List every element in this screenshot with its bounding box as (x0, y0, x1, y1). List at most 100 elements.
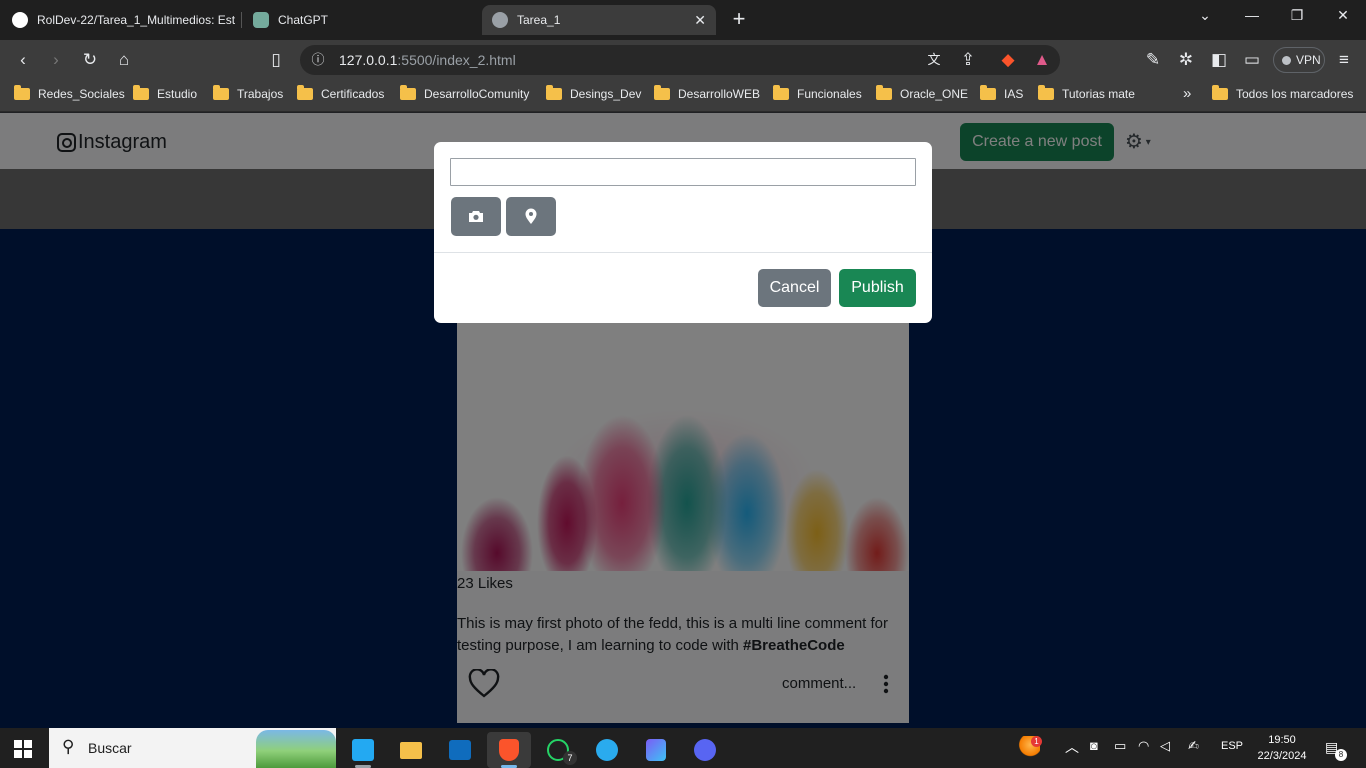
extensions-icon[interactable]: ✲ (1174, 48, 1198, 72)
bookmark-folder[interactable]: Oracle_ONE (876, 85, 969, 101)
bookmark-folder[interactable]: Funcionales (773, 85, 862, 101)
folder-icon (980, 85, 996, 100)
tab-title: Tarea_1 (517, 13, 561, 27)
chatgpt-icon (253, 12, 269, 28)
bookmark-label: DesarrolloWEB (678, 87, 761, 101)
tab-github[interactable]: RolDev-22/Tarea_1_Multimedios: Est (2, 5, 240, 35)
bookmark-folder[interactable]: IAS (980, 85, 1024, 101)
restore-icon[interactable]: ❐ (1283, 4, 1311, 26)
camera-icon (469, 211, 483, 222)
tab-title: ChatGPT (278, 13, 329, 27)
pen-icon[interactable]: ✍ (1188, 738, 1199, 754)
whatsapp-app[interactable]: 7 (536, 732, 580, 768)
search-label: Buscar (88, 740, 132, 756)
reload-icon[interactable]: ↻ (78, 48, 102, 72)
folder-icon (654, 85, 670, 100)
post-text-input[interactable] (450, 158, 916, 186)
clock-time: 19:50 (1268, 734, 1296, 746)
url-host: 127.0.0.1 (339, 52, 398, 68)
github-icon (12, 12, 28, 28)
outlook-app[interactable] (438, 732, 482, 768)
location-button[interactable] (506, 197, 556, 236)
bookmark-label: Desings_Dev (570, 87, 642, 101)
language-indicator[interactable]: ESP (1221, 740, 1243, 752)
bookmark-folder[interactable]: Certificados (297, 85, 385, 101)
bookmark-label: IAS (1004, 87, 1024, 101)
modal-divider (434, 252, 932, 253)
windows-icon[interactable] (14, 740, 32, 758)
home-icon[interactable]: ⌂ (112, 48, 136, 72)
bing-icon (646, 739, 666, 761)
tab-search-chevron-icon[interactable]: ⌄ (1191, 4, 1219, 26)
bookmark-label: Oracle_ONE (900, 87, 969, 101)
tab-tarea-1[interactable]: Tarea_1 ✕ (482, 5, 716, 35)
brave-app[interactable] (487, 732, 531, 768)
volume-icon[interactable]: ◁ (1160, 738, 1170, 754)
folder-icon (14, 85, 30, 100)
bookmark-folder[interactable]: Redes_Sociales (14, 85, 125, 101)
bookmark-folder[interactable]: DesarrolloComunity (400, 85, 530, 101)
bookmark-folder[interactable]: Tutorias mate (1038, 85, 1135, 101)
folder-icon (1038, 85, 1054, 100)
menu-icon[interactable]: ≡ (1332, 48, 1356, 72)
minimize-icon[interactable]: — (1238, 4, 1266, 26)
site-info-icon[interactable]: ⓘ (306, 48, 330, 72)
telegram-app[interactable] (585, 732, 629, 768)
bookmark-folder[interactable]: DesarrolloWEB (654, 85, 761, 101)
close-window-icon[interactable]: ✕ (1329, 4, 1357, 26)
chevron-up-icon[interactable]: ︿ (1065, 737, 1079, 757)
bookmark-label: DesarrolloComunity (424, 87, 530, 101)
telegram-icon (596, 739, 618, 761)
outlook-icon (449, 740, 471, 760)
sidebar-icon[interactable]: ◧ (1207, 48, 1231, 72)
share-icon[interactable]: ⇪ (956, 48, 980, 72)
url-text[interactable]: 127.0.0.1:5500/index_2.html (339, 51, 516, 69)
bookmark-label: Funcionales (797, 87, 862, 101)
back-icon[interactable]: ‹ (11, 48, 35, 72)
clock-date: 22/3/2024 (1257, 750, 1307, 762)
cancel-button[interactable]: Cancel (758, 269, 831, 307)
close-tab-icon[interactable]: ✕ (694, 12, 706, 29)
folder-icon (297, 85, 313, 100)
bookmark-label: Certificados (321, 87, 385, 101)
bookmarks-overflow-button[interactable]: » (1183, 85, 1191, 102)
vpn-button[interactable]: VPN (1273, 47, 1325, 73)
battery-icon[interactable]: ▭ (1114, 738, 1126, 754)
bookmark-label: Trabajos (237, 87, 284, 101)
camera-button[interactable] (451, 197, 501, 236)
color-picker-icon[interactable]: ✎ (1141, 48, 1165, 72)
folder-icon (546, 85, 562, 100)
windows-taskbar: ⚲ Buscar 7 1 ︿ ◙ ▭ ◠ ◁ ✍ ESP 19:50 22/3/… (0, 728, 1366, 768)
tab-separator (241, 12, 242, 28)
bookmark-folder[interactable]: Trabajos (213, 85, 284, 101)
brave-shields-icon[interactable]: ◆ (996, 48, 1020, 72)
page-viewport: Instagram Create a new post ⚙ ▾ 23 Likes… (0, 113, 1366, 728)
discord-app[interactable] (683, 732, 727, 768)
bookmark-icon[interactable]: ▯ (264, 48, 288, 72)
brave-icon (499, 739, 519, 761)
folder-icon (876, 85, 892, 100)
bookmark-folder[interactable]: Estudio (133, 85, 197, 101)
wallet-icon[interactable]: ▭ (1240, 48, 1264, 72)
tab-chatgpt[interactable]: ChatGPT (243, 5, 479, 35)
camera-tray-icon[interactable]: ◙ (1090, 738, 1098, 753)
new-tab-button[interactable]: + (728, 8, 750, 30)
search-highlight-image (256, 730, 336, 768)
translate-icon[interactable]: 文 (922, 48, 946, 72)
publish-button[interactable]: Publish (839, 269, 916, 307)
bookmark-label: Tutorias mate (1062, 87, 1135, 101)
folder-icon (400, 85, 416, 100)
new-post-modal: Cancel Publish (434, 142, 932, 323)
notifications-badge: 8 (1335, 749, 1347, 761)
forward-icon[interactable]: › (44, 48, 68, 72)
clock[interactable]: 19:50 22/3/2024 (1252, 732, 1312, 764)
url-path: :5500/index_2.html (397, 52, 516, 68)
vscode-icon (352, 739, 374, 761)
brave-rewards-icon[interactable]: ▲ (1030, 48, 1054, 72)
bing-app[interactable] (634, 732, 678, 768)
bookmark-folder[interactable]: Desings_Dev (546, 85, 642, 101)
wifi-icon[interactable]: ◠ (1138, 738, 1149, 754)
vscode-app[interactable] (341, 732, 385, 768)
all-bookmarks-folder[interactable]: Todos los marcadores (1212, 85, 1353, 101)
file-explorer-app[interactable] (389, 732, 433, 768)
